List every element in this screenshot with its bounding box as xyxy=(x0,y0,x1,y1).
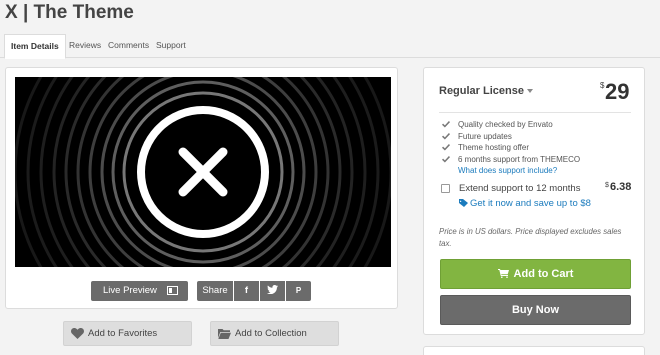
purchase-sidebar: Regular License $ 29 Quality checked by … xyxy=(423,67,645,335)
feature-item: 6 months support from THEMECO xyxy=(442,154,580,166)
favorites-label: Add to Favorites xyxy=(88,328,158,339)
pinterest-icon[interactable]: P xyxy=(286,281,311,301)
page-title: X | The Theme xyxy=(5,2,134,23)
price-note: Price is in US dollars. Price displayed … xyxy=(439,227,622,248)
share-label: Share xyxy=(197,281,233,301)
currency-symbol: $ xyxy=(605,182,609,189)
sidebar-card xyxy=(423,346,645,355)
folder-icon xyxy=(218,329,231,339)
live-preview-label: Live Preview xyxy=(103,285,157,296)
twitter-icon[interactable] xyxy=(260,281,285,301)
license-selector[interactable]: Regular License xyxy=(439,85,533,97)
tag-icon xyxy=(459,199,468,207)
item-preview-card: Live Preview Share f P xyxy=(5,67,398,309)
checkmark-icon xyxy=(442,144,450,151)
divider xyxy=(439,112,631,113)
collection-label: Add to Collection xyxy=(235,328,307,339)
chevron-down-icon xyxy=(526,89,533,94)
tab-support[interactable]: Support xyxy=(150,34,192,59)
add-to-favorites-button[interactable]: Add to Favorites xyxy=(63,321,192,346)
checkmark-icon xyxy=(442,132,450,139)
save-offer-link[interactable]: Get it now and save up to $8 xyxy=(459,198,591,209)
feature-item: Theme hosting offer xyxy=(442,142,580,154)
extend-support-checkbox[interactable] xyxy=(441,184,450,193)
tab-reviews[interactable]: Reviews xyxy=(63,34,107,59)
facebook-icon[interactable]: f xyxy=(234,281,259,301)
buy-now-button[interactable]: Buy Now xyxy=(440,295,631,325)
currency-symbol: $ xyxy=(600,81,605,90)
save-offer-label: Get it now and save up to $8 xyxy=(470,198,591,209)
heart-icon xyxy=(71,328,84,339)
license-name-label: Regular License xyxy=(439,85,524,97)
window-icon xyxy=(167,286,178,295)
add-to-collection-button[interactable]: Add to Collection xyxy=(210,321,339,346)
feature-list: Quality checked by Envato Future updates… xyxy=(442,119,580,165)
feature-item: Future updates xyxy=(442,131,580,143)
add-to-cart-button[interactable]: Add to Cart xyxy=(440,259,631,289)
cart-icon xyxy=(497,269,509,278)
live-preview-button[interactable]: Live Preview xyxy=(91,281,188,301)
checkmark-icon xyxy=(442,121,450,128)
support-info-link[interactable]: What does support include? xyxy=(458,166,557,175)
x-theme-logo xyxy=(15,77,391,267)
feature-item: Quality checked by Envato xyxy=(442,119,580,131)
add-to-cart-label: Add to Cart xyxy=(513,268,574,280)
extend-support-price: 6.38 xyxy=(610,181,632,193)
theme-preview-image[interactable] xyxy=(15,77,391,267)
tab-item-details[interactable]: Item Details xyxy=(4,34,66,59)
extend-support-label: Extend support to 12 months xyxy=(459,183,581,194)
tab-comments[interactable]: Comments xyxy=(102,34,155,59)
tab-bar: Item Details Reviews Comments Support xyxy=(0,32,660,59)
checkmark-icon xyxy=(442,155,450,162)
license-price: 29 xyxy=(605,79,630,104)
